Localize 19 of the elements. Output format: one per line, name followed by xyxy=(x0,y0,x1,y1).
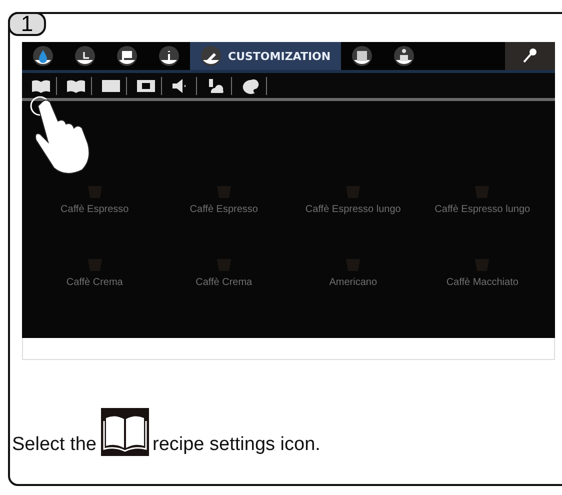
product-name[interactable]: Caffè Espresso lungo xyxy=(305,204,401,214)
product-name[interactable]: Americano xyxy=(329,277,378,288)
product-name[interactable]: Caffè Espresso lungo xyxy=(434,204,530,214)
instruction-text: Select the xyxy=(12,434,96,456)
clock-icon xyxy=(74,45,96,67)
book-icon xyxy=(100,408,148,456)
instruction-text: recipe settings icon. xyxy=(152,434,320,456)
person-icon xyxy=(392,45,415,67)
product-name[interactable]: Caffè Macchiato xyxy=(446,277,518,288)
product-name[interactable]: Caffè Crema xyxy=(196,277,252,288)
flag-icon xyxy=(116,45,138,67)
step-number: 1 xyxy=(8,12,46,36)
product-name[interactable]: Caffè Crema xyxy=(66,277,123,288)
key-button[interactable] xyxy=(505,42,555,70)
product-name[interactable]: Caffè Espresso xyxy=(60,204,129,214)
product-name[interactable]: Caffè Espresso xyxy=(190,204,258,214)
customization-tab[interactable]: CUSTOMIZATION xyxy=(190,42,341,70)
info-icon xyxy=(158,45,180,67)
drop-icon xyxy=(32,45,54,67)
